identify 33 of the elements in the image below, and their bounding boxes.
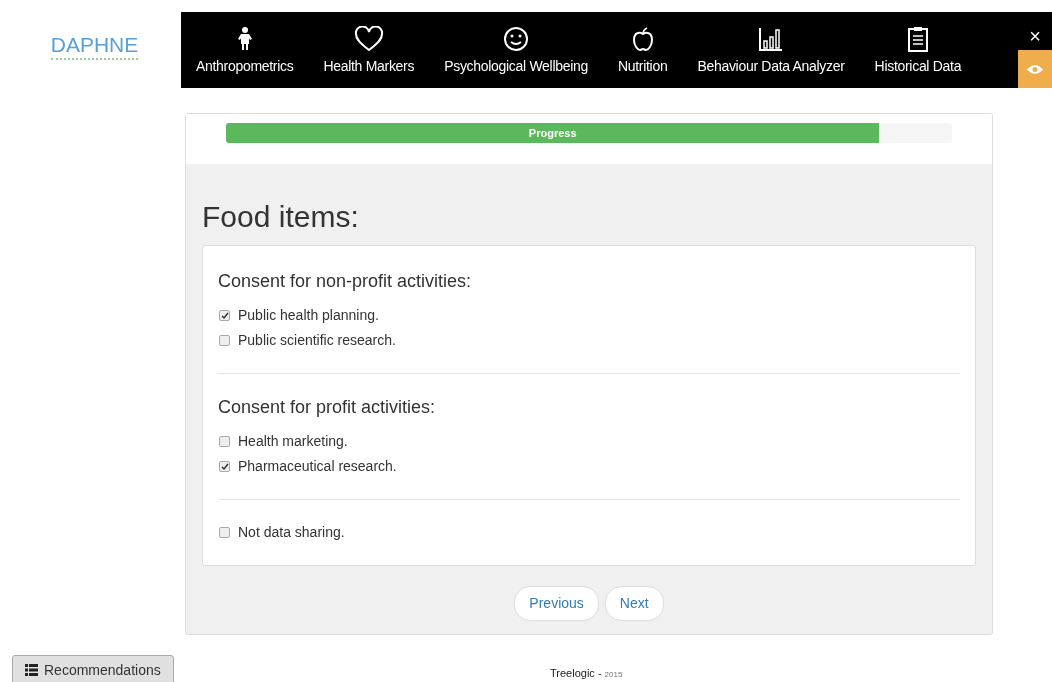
nav-tab[interactable]: Behaviour Data Analyzer [697,12,845,77]
checkbox-label: Public scientific research. [238,331,396,350]
nav-tab[interactable]: Psychological Wellbeing [444,12,588,77]
section-heading: Consent for profit activities: [218,396,437,419]
pager-button[interactable]: Next [604,586,664,621]
checkbox-label: Health marketing. [238,432,348,451]
view-button[interactable] [1018,50,1052,88]
checkbox-label: Pharmaceutical research. [238,457,397,476]
list-icon [25,664,38,676]
checkbox[interactable] [219,310,230,321]
smiley-icon [503,26,530,52]
recommendations-button[interactable]: Recommendations [12,655,174,682]
section-heading: Consent for non-profit activities: [218,270,473,293]
heart-icon [353,26,384,52]
eye-icon [1027,63,1043,75]
pager-button[interactable]: Previous [514,586,599,621]
logo: DAPHNE [50,34,139,60]
clipboard-icon [906,26,929,52]
checkbox-label: Public health planning. [238,306,379,325]
nav-tab[interactable]: Health Markers [323,12,415,77]
page-title: Food items: [202,199,360,235]
checkbox[interactable] [219,461,230,472]
footer-text: Treelogic - 2015 [550,665,623,681]
nav-tab[interactable]: Anthropometrics [196,12,294,77]
progress-fill: Progress [226,123,880,143]
nav-tab[interactable]: Historical Data [874,12,962,77]
bar-chart-icon [758,26,784,52]
checkbox[interactable] [219,436,230,447]
checkbox[interactable] [219,335,230,346]
nav-tab[interactable]: Nutrition [617,12,668,77]
checkbox[interactable] [219,527,230,538]
checkbox-label: Not data sharing. [238,523,345,542]
close-button[interactable]: × [1018,12,1052,50]
